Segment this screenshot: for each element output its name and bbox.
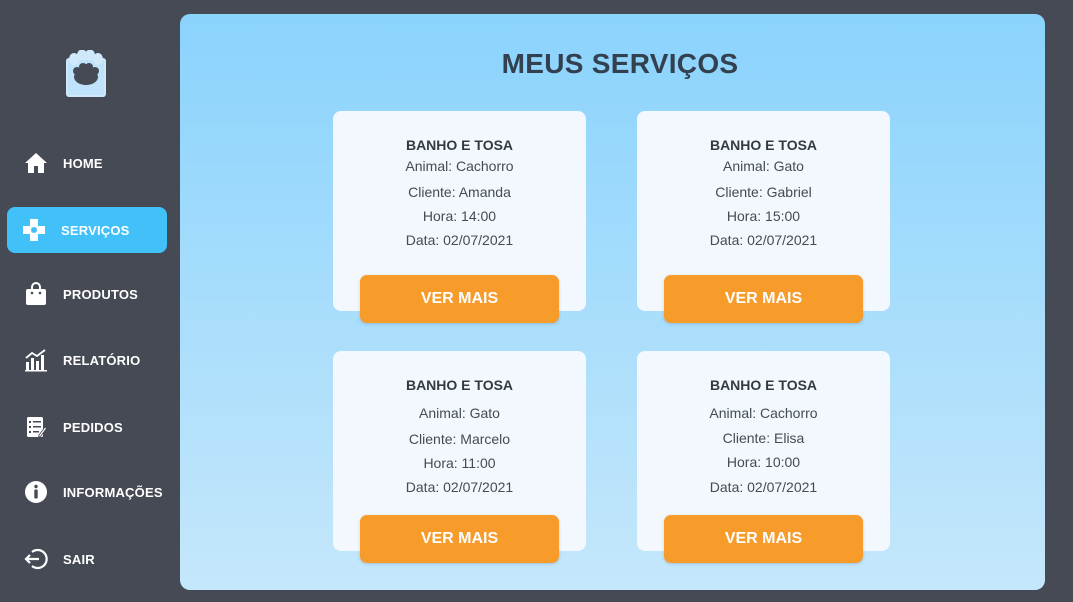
page-title: MEUS SERVIÇOS — [501, 48, 739, 79]
sidebar-item-label: PRODUTOS — [63, 286, 139, 302]
clipboard-icon — [23, 414, 49, 440]
service-card: BANHO E TOSA Animal: Cachorro Cliente: E… — [637, 351, 890, 563]
card-animal: Animal: Cachorro — [709, 405, 818, 421]
ver-mais-button[interactable]: VER MAIS — [360, 515, 559, 563]
main-panel: MEUS SERVIÇOS BANHO E TOSA Animal: Cacho… — [180, 14, 1045, 590]
logout-icon — [23, 546, 49, 572]
ver-mais-button[interactable]: VER MAIS — [664, 275, 863, 323]
card-animal: Animal: Gato — [419, 405, 500, 421]
shopping-bag-icon — [23, 281, 49, 307]
service-card: BANHO E TOSA Animal: Gato Cliente: Marce… — [333, 351, 586, 563]
sidebar-item-informacoes[interactable]: INFORMAÇÕES — [7, 469, 167, 515]
service-card: BANHO E TOSA Animal: Gato Cliente: Gabri… — [637, 111, 890, 323]
sidebar-item-home[interactable]: HOME — [7, 140, 167, 186]
card-hora: Hora: 14:00 — [422, 208, 497, 224]
sidebar-item-label: RELATÓRIO — [63, 352, 141, 368]
card-data: Data: 02/07/2021 — [709, 479, 818, 495]
card-data: Data: 02/07/2021 — [405, 479, 514, 495]
paw-icon — [66, 49, 106, 97]
card-cliente: Cliente: Gabriel — [715, 184, 812, 200]
card-animal: Animal: Gato — [723, 158, 804, 174]
sidebar-item-label: SERVIÇOS — [61, 222, 130, 238]
ver-mais-button[interactable]: VER MAIS — [360, 275, 559, 323]
ver-mais-button[interactable]: VER MAIS — [664, 515, 863, 563]
card-data: Data: 02/07/2021 — [709, 232, 818, 248]
info-icon — [23, 479, 49, 505]
home-icon — [23, 150, 49, 176]
card-cliente: Cliente: Marcelo — [408, 431, 511, 447]
card-title: BANHO E TOSA — [709, 377, 818, 393]
chart-icon — [23, 347, 49, 373]
sidebar-item-label: PEDIDOS — [63, 419, 123, 435]
card-hora: Hora: 11:00 — [423, 455, 496, 471]
card-title: BANHO E TOSA — [405, 377, 514, 393]
sidebar-item-produtos[interactable]: PRODUTOS — [7, 271, 167, 317]
card-title: BANHO E TOSA — [405, 137, 514, 153]
sidebar-item-relatorio[interactable]: RELATÓRIO — [7, 337, 167, 383]
card-title: BANHO E TOSA — [709, 137, 818, 153]
plus-icon — [21, 217, 47, 243]
card-animal: Animal: Cachorro — [405, 158, 514, 174]
sidebar-item-label: HOME — [63, 155, 103, 171]
card-cliente: Cliente: Amanda — [408, 184, 511, 200]
service-card: BANHO E TOSA Animal: Cachorro Cliente: A… — [333, 111, 586, 323]
sidebar: HOME SERVIÇOS PRODUTOS RELATÓRIO PEDIDOS… — [0, 0, 175, 602]
sidebar-item-pedidos[interactable]: PEDIDOS — [7, 404, 167, 450]
card-hora: Hora: 15:00 — [726, 208, 801, 224]
card-cliente: Cliente: Elisa — [722, 430, 805, 446]
sidebar-item-servicos[interactable]: SERVIÇOS — [7, 207, 167, 253]
sidebar-item-label: INFORMAÇÕES — [63, 484, 163, 500]
card-hora: Hora: 10:00 — [726, 454, 801, 470]
sidebar-item-sair[interactable]: SAIR — [7, 536, 167, 582]
sidebar-item-label: SAIR — [63, 551, 95, 567]
card-data: Data: 02/07/2021 — [405, 232, 514, 248]
